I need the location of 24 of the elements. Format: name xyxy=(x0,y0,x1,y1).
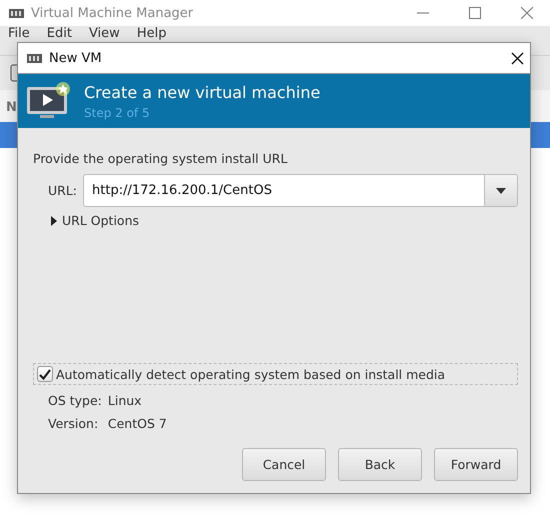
detail-label: Version: xyxy=(48,416,100,431)
dialog-button[interactable]: Forward xyxy=(434,448,518,481)
url-label: URL: xyxy=(48,183,78,198)
close-icon[interactable] xyxy=(511,52,524,64)
detail-value: Linux xyxy=(108,393,143,408)
auto-detect-checkbox[interactable]: Automatically detect operating system based on install media xyxy=(33,363,518,385)
window-title: Virtual Machine Manager xyxy=(31,6,194,20)
dialog-button[interactable]: Back xyxy=(338,448,422,481)
checkmark-icon xyxy=(39,368,51,380)
url-options-expander[interactable]: URL Options xyxy=(51,213,140,228)
column-header: N xyxy=(6,100,17,115)
expander-arrow-icon xyxy=(51,216,57,226)
dialog-button[interactable]: Cancel xyxy=(242,448,326,481)
step-indicator: Step 2 of 5 xyxy=(84,106,151,120)
detail-label: OS type: xyxy=(48,393,102,408)
detail-value: CentOS 7 xyxy=(108,416,167,431)
prompt-label: Provide the operating system install URL xyxy=(33,151,288,166)
dropdown-button[interactable] xyxy=(484,175,517,206)
monitor-play-icon xyxy=(26,81,72,121)
app-logo-icon xyxy=(26,52,43,64)
app-logo-icon xyxy=(8,8,25,18)
dialog-title: New VM xyxy=(49,50,103,66)
caret-icon xyxy=(496,188,506,194)
dialog-heading: Create a new virtual machine xyxy=(84,82,320,102)
